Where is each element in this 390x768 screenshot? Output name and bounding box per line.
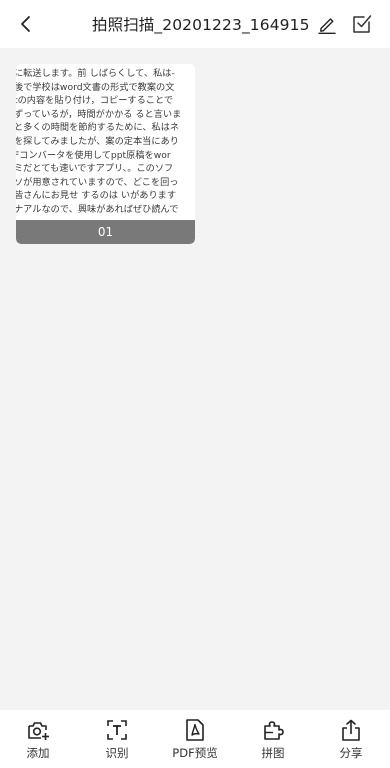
text-recognition-icon (105, 718, 129, 742)
multi-select-button[interactable] (348, 10, 376, 38)
ocr-label: 识别 (105, 746, 129, 760)
back-button[interactable] (12, 10, 40, 38)
share-icon (339, 718, 363, 742)
checkbox-select-icon (353, 15, 372, 33)
page-grid: に転送します。前 しばらくして、私は- 後で学校はword文書の形式で教案の文 … (0, 48, 390, 710)
preview-line: 後で学校はword文書の形式で教案の文 (16, 81, 175, 93)
preview-line: を探してみましたが、案の定本当にあり (16, 135, 179, 147)
back-arrow-icon (21, 16, 30, 32)
add-label: 添加 (26, 746, 50, 760)
puzzle-icon (261, 718, 285, 742)
pdf-preview-label: PDF预览 (172, 746, 218, 760)
share-button[interactable]: 分享 (321, 718, 381, 766)
preview-line: ナアルなので、興味があればぜひ読んで (16, 203, 179, 215)
page-number-label: 01 (16, 220, 195, 244)
preview-line: 皆さんにお見せ するのは いがあります (16, 190, 177, 202)
page-preview-text: に転送します。前 しばらくして、私は- 後で学校はword文書の形式で教案の文 … (16, 67, 195, 242)
pdf-preview-button[interactable]: PDF预览 (165, 718, 225, 766)
share-label: 分享 (339, 746, 363, 760)
preview-line: と多くの時間を節約するために、私はネ (16, 122, 180, 134)
preview-line: ずっているが，時間がかかる ると言いま (16, 108, 182, 120)
preview-line: Fコンバータを使用してppt原稿をwor (16, 149, 171, 161)
add-photo-icon (26, 718, 50, 742)
preview-line: に転送します。前 しばらくして、私は- (16, 68, 175, 79)
pencil-icon (317, 18, 336, 34)
title-area: 拍照扫描_20201223_164915 (92, 0, 338, 48)
ocr-button[interactable]: 识别 (87, 718, 147, 766)
preview-line: tの内容を貼り付け，コピーすることで (16, 95, 174, 107)
preview-line: ソが用意されていますので、どこを回っ (16, 176, 179, 188)
rename-button[interactable] (316, 13, 338, 35)
collage-label: 拼图 (261, 746, 285, 760)
pdf-file-icon (183, 718, 207, 742)
page-thumbnail[interactable]: に転送します。前 しばらくして、私は- 後で学校はword文書の形式で教案の文 … (16, 64, 195, 244)
add-button[interactable]: 添加 (8, 718, 68, 766)
collage-button[interactable]: 拼图 (243, 718, 303, 766)
top-bar: 拍照扫描_20201223_164915 (0, 0, 390, 48)
preview-line: ミだとても速いですアプリ、。このソフ (16, 163, 174, 175)
document-title: 拍照扫描_20201223_164915 (92, 16, 310, 34)
bottom-toolbar: 添加 识别 PDF预览 拼图 分享 (0, 710, 390, 768)
